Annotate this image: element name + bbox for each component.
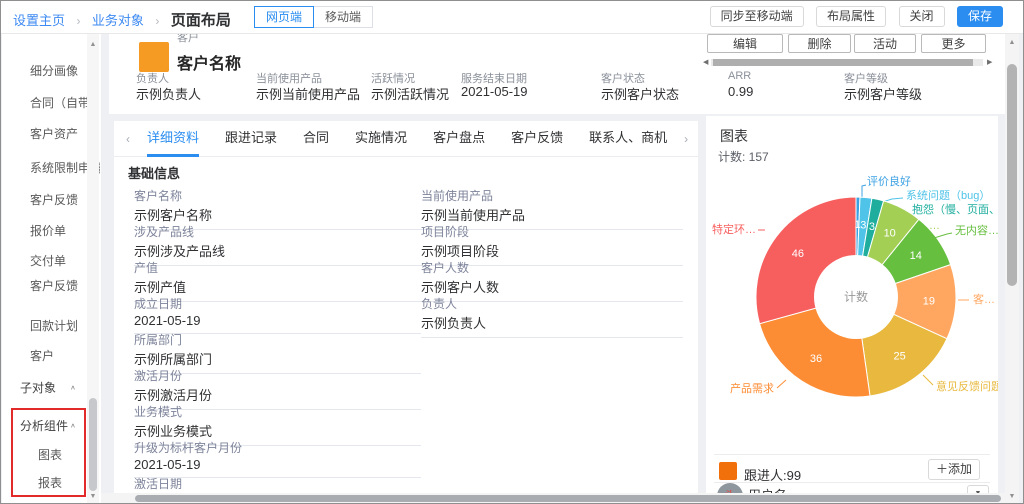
breadcrumb-objects[interactable]: 业务对象 bbox=[92, 13, 144, 28]
svg-text:10: 10 bbox=[884, 227, 896, 239]
svg-text:评价良好: 评价良好 bbox=[867, 174, 911, 188]
chart-title: 图表 bbox=[720, 126, 748, 146]
tabs-scroll-right-icon[interactable]: › bbox=[684, 132, 688, 146]
divider bbox=[714, 482, 990, 483]
collapse-icon[interactable]: ∧ bbox=[70, 384, 76, 391]
scroll-left-icon[interactable]: ◀ bbox=[703, 58, 708, 66]
page-title: 页面布局 bbox=[171, 12, 231, 29]
form-field: 升级为标杆客户月份 2021-05-19 bbox=[134, 439, 421, 478]
sidebar-item-segment-profile[interactable]: 细分画像 bbox=[30, 62, 78, 79]
red-highlight-box bbox=[11, 408, 86, 497]
layout-properties-button[interactable]: 布局属性 bbox=[816, 6, 886, 27]
page-vscrollbar-thumb[interactable] bbox=[1007, 64, 1017, 286]
donut-chart[interactable]: 评价良好系统问题（bug）抱怨（慢、页面、……无内容…客…意见反馈问题产品需求特… bbox=[706, 168, 998, 456]
svg-text:46: 46 bbox=[792, 248, 804, 260]
field-value: 0.99 bbox=[728, 84, 753, 99]
record-hscrollbar[interactable] bbox=[711, 59, 983, 66]
scroll-up-icon[interactable]: ▲ bbox=[1005, 38, 1019, 48]
sidebar-item-delivery[interactable]: 交付单 bbox=[30, 252, 66, 269]
sidebar-item-customer-feedback[interactable]: 客户反馈 bbox=[30, 191, 78, 208]
chevron-right-icon: › bbox=[155, 14, 159, 28]
breadcrumb-home[interactable]: 设置主页 bbox=[13, 13, 65, 28]
svg-text:计数: 计数 bbox=[844, 289, 868, 304]
sidebar-scrollbar-thumb[interactable] bbox=[89, 398, 97, 491]
sidebar-item-customer-feedback-2[interactable]: 客户反馈 bbox=[30, 277, 78, 294]
field-value: 示例负责人 bbox=[136, 84, 201, 103]
chart-count: 计数: 157 bbox=[718, 148, 769, 165]
svg-text:产品需求: 产品需求 bbox=[730, 381, 774, 395]
detail-tabs: ‹ 详细资料 跟进记录 合同 实施情况 客户盘点 客户反馈 联系人、商机 › bbox=[114, 121, 698, 157]
field-value: 示例当前使用产品 bbox=[256, 84, 360, 103]
field-label: ARR bbox=[728, 70, 751, 82]
svg-text:特定环…: 特定环… bbox=[712, 222, 756, 236]
svg-text:3: 3 bbox=[860, 219, 866, 231]
tab-contract[interactable]: 合同 bbox=[303, 121, 329, 157]
topbar-actions: 同步至移动端 布局属性 关闭 保存 bbox=[702, 6, 1003, 27]
breadcrumb: 设置主页 › 业务对象 › 页面布局 bbox=[13, 9, 231, 30]
tab-detail-info[interactable]: 详细资料 bbox=[147, 121, 199, 157]
detail-card: ‹ 详细资料 跟进记录 合同 实施情况 客户盘点 客户反馈 联系人、商机 › 基… bbox=[114, 121, 698, 504]
follower-icon bbox=[719, 462, 737, 480]
form-field: 成立日期 2021-05-19 bbox=[134, 295, 421, 334]
sidebar-item-quotation[interactable]: 报价单 bbox=[30, 222, 66, 239]
tab-web[interactable]: 网页端 bbox=[254, 6, 314, 28]
svg-text:3: 3 bbox=[869, 221, 875, 233]
sidebar-section-subobjects[interactable]: 子对象 bbox=[20, 379, 56, 396]
record-header-card: 客户 客户名称 负责人 示例负责人 当前使用产品 示例当前使用产品 活跃情况 示… bbox=[109, 34, 1006, 114]
sidebar-item-payment-plan[interactable]: 回款计划 bbox=[30, 317, 78, 334]
svg-text:14: 14 bbox=[910, 250, 922, 262]
sidebar-item-customer[interactable]: 客户 bbox=[30, 347, 54, 364]
sidebar-scrollbar[interactable]: ▲ ▼ bbox=[87, 34, 99, 504]
tab-follow-records[interactable]: 跟进记录 bbox=[225, 121, 277, 157]
page-vscrollbar[interactable]: ▲ ▼ bbox=[1005, 34, 1019, 504]
page-layout-editor: 设置主页 › 业务对象 › 页面布局 网页端移动端 同步至移动端 布局属性 关闭… bbox=[0, 0, 1024, 504]
tab-mobile[interactable]: 移动端 bbox=[313, 6, 373, 28]
sync-to-mobile-button[interactable]: 同步至移动端 bbox=[710, 6, 804, 27]
scroll-up-icon[interactable]: ▲ bbox=[87, 40, 99, 50]
section-title: 基础信息 bbox=[128, 163, 180, 182]
view-toggle: 网页端移动端 bbox=[254, 6, 373, 28]
svg-text:36: 36 bbox=[810, 353, 822, 365]
page-hscrollbar-thumb[interactable] bbox=[135, 495, 1001, 502]
tab-customer-feedback[interactable]: 客户反馈 bbox=[511, 121, 563, 157]
chart-panel: 图表 计数: 157 评价良好系统问题（bug）抱怨（慢、页面、……无内容…客…… bbox=[706, 116, 998, 504]
record-title: 客户名称 bbox=[177, 50, 241, 74]
add-follower-button[interactable]: ＋添加 bbox=[928, 459, 980, 480]
svg-text:客…: 客… bbox=[973, 292, 995, 306]
more-button[interactable]: 更多 bbox=[921, 34, 986, 53]
page-hscrollbar[interactable] bbox=[101, 493, 1005, 504]
clipped-field-label: 客户 bbox=[177, 34, 199, 43]
scroll-right-icon[interactable]: ▶ bbox=[987, 58, 992, 66]
field-value: 示例活跃情况 bbox=[371, 84, 449, 103]
chevron-right-icon: › bbox=[76, 14, 80, 28]
sidebar-item-customer-assets[interactable]: 客户资产 bbox=[30, 125, 78, 142]
record-hscrollbar-thumb[interactable] bbox=[713, 59, 973, 66]
divider bbox=[714, 454, 990, 455]
edit-button[interactable]: 编辑 bbox=[707, 34, 783, 53]
field-value: 示例客户等级 bbox=[844, 84, 922, 103]
activity-button[interactable]: 活动 bbox=[854, 34, 916, 53]
tabs-scroll-left-icon[interactable]: ‹ bbox=[126, 132, 130, 146]
svg-text:抱怨（慢、页面、…: 抱怨（慢、页面、… bbox=[912, 202, 998, 216]
field-value: 示例客户状态 bbox=[601, 84, 679, 103]
tab-contacts-opportunities[interactable]: 联系人、商机 bbox=[589, 121, 667, 157]
form-field: 负责人 示例负责人 bbox=[421, 295, 683, 338]
scroll-down-icon[interactable]: ▼ bbox=[1005, 492, 1019, 502]
svg-text:无内容…: 无内容… bbox=[955, 223, 998, 237]
tab-implementation[interactable]: 实施情况 bbox=[355, 121, 407, 157]
svg-text:意见反馈问题: 意见反馈问题 bbox=[936, 379, 998, 393]
top-bar: 设置主页 › 业务对象 › 页面布局 网页端移动端 同步至移动端 布局属性 关闭… bbox=[1, 1, 1023, 34]
scroll-down-icon[interactable]: ▼ bbox=[87, 492, 99, 502]
close-button[interactable]: 关闭 bbox=[899, 6, 945, 27]
tab-customer-review[interactable]: 客户盘点 bbox=[433, 121, 485, 157]
svg-text:19: 19 bbox=[923, 296, 935, 308]
delete-button[interactable]: 删除 bbox=[788, 34, 851, 53]
record-avatar bbox=[139, 42, 169, 72]
field-value: 2021-05-19 bbox=[461, 84, 528, 99]
svg-text:系统问题（bug）: 系统问题（bug） bbox=[906, 189, 990, 202]
component-sidebar: 细分画像 合同（自带） 客户资产 系统限制申请明细 客户反馈 报价单 交付单 客… bbox=[2, 34, 101, 504]
svg-text:25: 25 bbox=[893, 351, 905, 363]
save-button[interactable]: 保存 bbox=[957, 6, 1003, 27]
